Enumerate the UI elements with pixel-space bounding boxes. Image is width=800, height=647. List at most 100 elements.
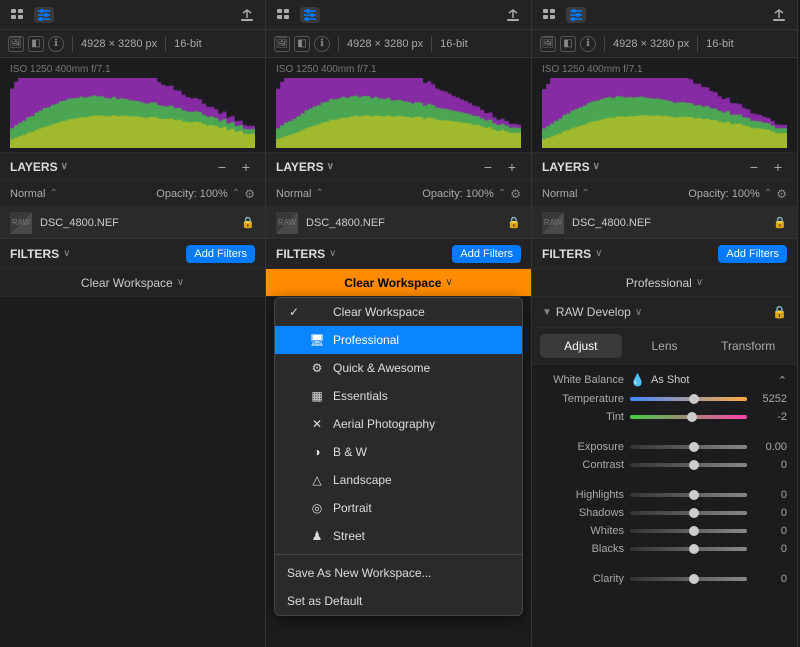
temperature-value: 5252 (753, 393, 787, 405)
opacity-control-1[interactable]: Opacity: 100% ⌃ ⚙ (156, 187, 255, 201)
contrast-thumb[interactable] (689, 460, 699, 470)
grid-icon[interactable] (8, 7, 28, 23)
contrast-slider[interactable] (630, 463, 747, 467)
tint-slider[interactable] (630, 415, 747, 419)
whites-thumb[interactable] (689, 526, 699, 536)
histogram-3 (542, 78, 787, 148)
exposure-thumb[interactable] (689, 442, 699, 452)
wb-dropdown-btn[interactable]: ⌃ (778, 374, 787, 387)
info-bar-1: 🖼 ◧ ℹ 4928 × 3280 px 16-bit (0, 30, 265, 58)
whites-slider[interactable] (630, 529, 747, 533)
tab-adjust[interactable]: Adjust (540, 334, 622, 358)
layer-item-2[interactable]: RAW DSC_4800.NEF 🔒 (266, 207, 531, 239)
opacity-row-3: Normal ⌃ Opacity: 100% ⌃ ⚙ (532, 181, 797, 207)
blacks-value: 0 (753, 543, 787, 555)
menu-item-aerial[interactable]: ✕ Aerial Photography (275, 410, 522, 438)
upload-icon[interactable] (237, 7, 257, 23)
panel-2: 🖼 ◧ ℹ 4928 × 3280 px 16-bit ISO 1250 400… (266, 0, 532, 647)
layers-minus-btn-3[interactable]: − (745, 158, 763, 176)
sliders-icon-2[interactable] (300, 7, 320, 23)
tint-thumb[interactable] (687, 412, 697, 422)
divider-2 (338, 36, 339, 52)
menu-item-clear[interactable]: ✓ Clear Workspace (275, 298, 522, 326)
add-filters-btn-3[interactable]: Add Filters (718, 245, 787, 263)
workspace-bar-1[interactable]: Clear Workspace ∨ (0, 269, 265, 297)
opacity-control-3[interactable]: Opacity: 100% ⌃ ⚙ (688, 187, 787, 201)
blend-mode-2[interactable]: Normal ⌃ (276, 188, 324, 200)
exposure-slider[interactable] (630, 445, 747, 449)
toolbar-3 (532, 0, 797, 30)
blend-mode-1[interactable]: Normal ⌃ (10, 188, 58, 200)
menu-item-landscape-label: Landscape (333, 473, 392, 487)
layers-plus-btn-2[interactable]: + (503, 158, 521, 176)
menu-item-quick[interactable]: ⚙ Quick & Awesome (275, 354, 522, 382)
menu-item-bw[interactable]: ◑ B & W (275, 438, 522, 466)
menu-item-set-default[interactable]: Set as Default (275, 587, 522, 615)
info-bar-2: 🖼 ◧ ℹ 4928 × 3280 px 16-bit (266, 30, 531, 58)
temperature-thumb[interactable] (689, 394, 699, 404)
menu-item-landscape[interactable]: △ Landscape (275, 466, 522, 494)
white-balance-row: White Balance 💧 As Shot ⌃ (542, 373, 787, 387)
menu-item-professional[interactable]: 🖥 Professional (275, 326, 522, 354)
gear-icon-2[interactable]: ⚙ (510, 187, 521, 201)
sliders-icon[interactable] (34, 7, 54, 23)
filters-bar-2: FILTERS ∨ Add Filters (266, 239, 531, 269)
hist-meta-3: ISO 1250 400mm f/7.1 (542, 64, 787, 75)
filters-left-1: FILTERS ∨ (10, 247, 70, 261)
layers-minus-btn-2[interactable]: − (479, 158, 497, 176)
gear-icon-3[interactable]: ⚙ (776, 187, 787, 201)
wb-value: As Shot (651, 374, 772, 386)
workspace-bar-3[interactable]: Professional ∨ (532, 269, 797, 297)
workspace-dropdown: ✓ Clear Workspace 🖥 Professional ⚙ Quick… (274, 297, 523, 616)
layer-item-3[interactable]: RAW DSC_4800.NEF 🔒 (532, 207, 797, 239)
lock-icon-3: 🔒 (773, 216, 787, 229)
temperature-slider[interactable] (630, 397, 747, 401)
tint-value: -2 (753, 411, 787, 423)
info-bar-3: 🖼 ◧ ℹ 4928 × 3280 px 16-bit (532, 30, 797, 58)
sliders-area: White Balance 💧 As Shot ⌃ Temperature 52… (532, 365, 797, 647)
highlights-thumb[interactable] (689, 490, 699, 500)
filters-bar-1: FILTERS ∨ Add Filters (0, 239, 265, 269)
histogram-2 (276, 78, 521, 148)
clarity-slider[interactable] (630, 577, 747, 581)
menu-item-portrait[interactable]: ◎ Portrait (275, 494, 522, 522)
opacity-control-2[interactable]: Opacity: 100% ⌃ ⚙ (422, 187, 521, 201)
clarity-thumb[interactable] (689, 574, 699, 584)
blend-mode-3[interactable]: Normal ⌃ (542, 188, 590, 200)
toolbar-left-2 (274, 7, 320, 23)
highlights-slider[interactable] (630, 493, 747, 497)
gear-icon-1[interactable]: ⚙ (244, 187, 255, 201)
menu-item-street[interactable]: ♟ Street (275, 522, 522, 550)
upload-icon-2[interactable] (503, 7, 523, 23)
shadows-slider[interactable] (630, 511, 747, 515)
sliders-icon-3[interactable] (566, 7, 586, 23)
upload-icon-3[interactable] (769, 7, 789, 23)
highlights-label: Highlights (542, 489, 624, 501)
grid-icon-3[interactable] (540, 7, 560, 23)
workspace-bar-2[interactable]: Clear Workspace ∨ (266, 269, 531, 297)
layers-plus-btn-3[interactable]: + (769, 158, 787, 176)
layers-plus-btn[interactable]: + (237, 158, 255, 176)
blacks-slider[interactable] (630, 547, 747, 551)
clarity-row: Clarity 0 (542, 573, 787, 585)
blacks-thumb[interactable] (689, 544, 699, 554)
wb-eyedropper[interactable]: 💧 (630, 373, 645, 387)
histogram-canvas-3 (542, 78, 787, 148)
divider (72, 36, 73, 52)
shadows-thumb[interactable] (689, 508, 699, 518)
filters-title-3: FILTERS (542, 247, 591, 261)
layer-item-1[interactable]: RAW DSC_4800.NEF 🔒 (0, 207, 265, 239)
tab-lens[interactable]: Lens (624, 334, 706, 358)
layers-minus-btn[interactable]: − (213, 158, 231, 176)
toolbar-right-1 (237, 7, 257, 23)
add-filters-btn-1[interactable]: Add Filters (186, 245, 255, 263)
menu-item-save-workspace[interactable]: Save As New Workspace... (275, 559, 522, 587)
menu-item-essentials[interactable]: ▦ Essentials (275, 382, 522, 410)
add-filters-btn-2[interactable]: Add Filters (452, 245, 521, 263)
layers-icon-small-2: ◧ (294, 36, 310, 52)
tab-transform[interactable]: Transform (707, 334, 789, 358)
toolbar-2 (266, 0, 531, 30)
layers-actions-2: − + (479, 158, 521, 176)
grid-icon-2[interactable] (274, 7, 294, 23)
info-icons-3: 🖼 ◧ ℹ (540, 36, 596, 52)
